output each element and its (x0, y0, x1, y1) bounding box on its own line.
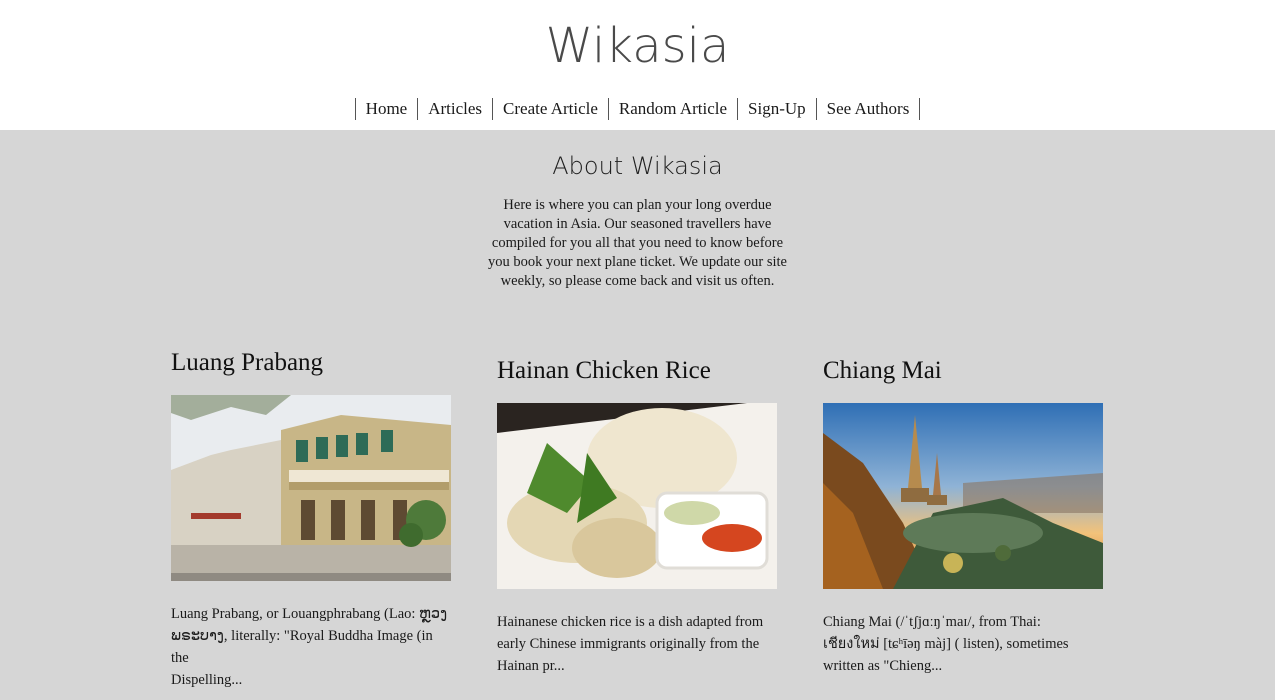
excerpt-line: written as "Chieng... (823, 658, 943, 674)
excerpt-line: ພຣະບາງ, literally: "Royal Buddha Image (… (171, 628, 433, 666)
main-nav: Home Articles Create Article Random Arti… (0, 98, 1275, 120)
nav-articles[interactable]: Articles (417, 98, 492, 120)
article-excerpt: Chiang Mai (/ˈtʃjɑːŋˈmaɪ/, from Thai: เช… (823, 611, 1103, 677)
article-title[interactable]: Chiang Mai (823, 357, 1103, 385)
excerpt-line: early Chinese immigrants originally from… (497, 636, 760, 652)
excerpt-line: Hainan pr... (497, 658, 565, 674)
excerpt-line: เชียงใหม่ [tɕʰīəŋ màj] ( listen), someti… (823, 636, 1069, 652)
nav-random-article[interactable]: Random Article (607, 98, 737, 120)
site-header: Wikasia Home Articles Create Article Ran… (0, 0, 1275, 130)
nav-see-authors[interactable]: See Authors (815, 98, 921, 120)
about-heading: About Wikasia (552, 152, 723, 180)
about-text: Here is where you can plan your long ove… (488, 197, 787, 289)
nav-sign-up[interactable]: Sign-Up (737, 98, 816, 120)
article-excerpt: Hainanese chicken rice is a dish adapted… (497, 611, 777, 677)
excerpt-line: Luang Prabang, or Louangphrabang (Lao: ຫ… (171, 606, 448, 622)
article-card-hainan-chicken-rice: Hainan Chicken Rice Hainanese chicken ri… (497, 357, 777, 677)
excerpt-line: Dispelling... (171, 672, 243, 688)
nav-create-article[interactable]: Create Article (492, 98, 608, 120)
site-logo[interactable]: Wikasia (0, 16, 1275, 76)
about-section: About Wikasia Here is where you can plan… (0, 152, 1275, 291)
article-card-chiang-mai: Chiang Mai Chiang Mai (/ˈtʃjɑːŋˈmaɪ/, fr… (823, 357, 1103, 677)
article-image-luang-prabang[interactable] (171, 395, 451, 581)
excerpt-line: Hainanese chicken rice is a dish adapted… (497, 614, 764, 630)
nav-home[interactable]: Home (354, 98, 418, 120)
article-image-hainan-chicken-rice[interactable] (497, 403, 777, 589)
article-excerpt: Luang Prabang, or Louangphrabang (Lao: ຫ… (171, 603, 451, 691)
article-title[interactable]: Luang Prabang (171, 349, 451, 377)
excerpt-line: Chiang Mai (/ˈtʃjɑːŋˈmaɪ/, from Thai: (823, 614, 1041, 630)
article-card-luang-prabang: Luang Prabang Luang Prabang, or Louangph… (171, 349, 451, 691)
article-image-chiang-mai[interactable] (823, 403, 1103, 589)
article-title[interactable]: Hainan Chicken Rice (497, 357, 777, 385)
